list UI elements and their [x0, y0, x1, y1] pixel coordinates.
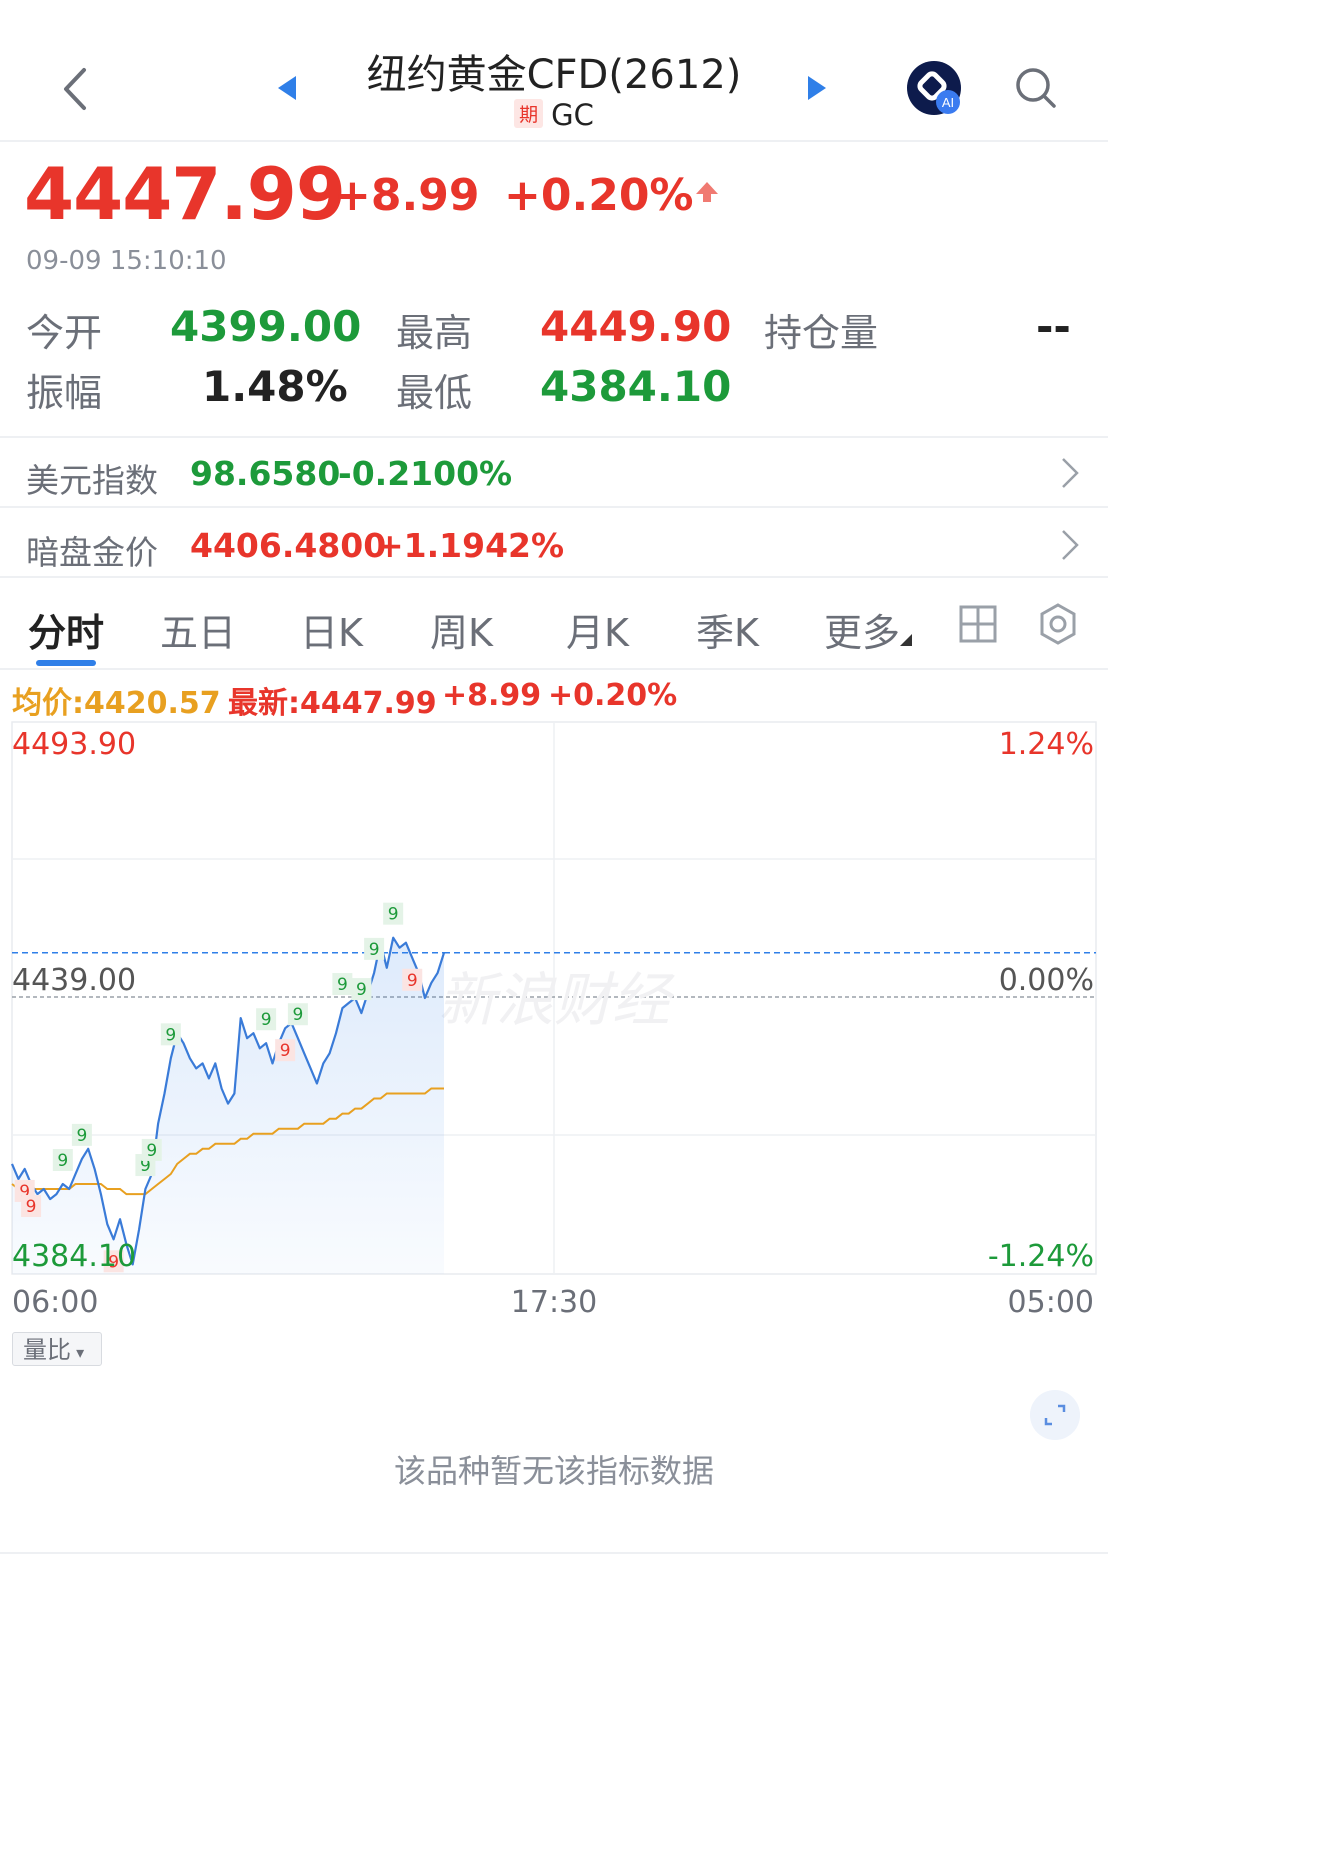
pct-top-label: 1.24% [999, 727, 1094, 762]
y-mid-label: 4439.00 [12, 963, 136, 998]
nine-signal-marker: 9 [364, 937, 385, 960]
y-top-label: 4493.90 [12, 727, 136, 762]
pct-bottom-label: -1.24% [988, 1239, 1094, 1274]
quote-time: 09-09 15:10:10 [26, 246, 227, 276]
low-label: 最低 [396, 371, 473, 415]
open-label: 今开 [26, 311, 103, 355]
after-hours-gold-value: 4406.4800 [190, 526, 387, 565]
high-value: 4449.90 [540, 302, 732, 351]
tab-five-day[interactable]: 五日 [160, 602, 236, 657]
nine-signal-marker: 9 [275, 1039, 296, 1062]
tab-monthly-k[interactable]: 月K [566, 602, 629, 657]
marker-label: 9 [369, 940, 380, 960]
marker-label: 9 [26, 1197, 37, 1217]
change-legend: +8.99 [442, 678, 542, 713]
high-label: 最高 [396, 311, 473, 355]
up-arrow-icon [696, 182, 718, 202]
nine-signal-marker: 9 [71, 1123, 92, 1146]
tab-intraday[interactable]: 分时 [28, 602, 104, 657]
bottom-divider [0, 1552, 1108, 1554]
marker-label: 9 [57, 1151, 68, 1171]
marker-label: 9 [388, 905, 399, 925]
price-change-pct: +0.20% [504, 170, 694, 221]
svg-text:AI: AI [942, 95, 954, 110]
tab-daily-k[interactable]: 日K [300, 602, 363, 657]
intraday-chart[interactable]: 新浪财经 999999999999 9999 4493.90 4439.00 43… [0, 720, 1108, 1320]
y-bottom-label: 4384.10 [12, 1239, 136, 1274]
ai-assistant-icon[interactable]: AI [906, 60, 962, 116]
nine-signal-marker: 9 [351, 978, 372, 1001]
nine-signal-marker: 9 [141, 1138, 162, 1161]
prev-contract-icon[interactable] [276, 74, 298, 102]
after-hours-gold-pct: +1.1942% [376, 526, 565, 565]
code-label: GC [551, 98, 594, 132]
amplitude-value: 1.48% [202, 362, 348, 411]
marker-label: 9 [165, 1025, 176, 1045]
caret-down-icon: ▾ [71, 1343, 85, 1362]
pct-legend: +0.20% [548, 678, 678, 713]
marker-label: 9 [146, 1141, 157, 1161]
active-tab-indicator [36, 660, 96, 666]
open-interest-value: -- [1036, 302, 1071, 351]
amplitude-label: 振幅 [26, 371, 103, 415]
marker-label: 9 [407, 971, 418, 991]
dollar-index-value: 98.6580 [190, 454, 341, 493]
after-hours-gold-label: 暗盘金价 [26, 533, 158, 572]
x-label-end: 05:00 [1008, 1285, 1094, 1320]
chevron-right-icon [1062, 530, 1079, 560]
contract-code: 期 GC [300, 98, 808, 132]
dollar-index-pct: -0.2100% [338, 454, 513, 493]
x-label-mid: 17:30 [511, 1285, 597, 1320]
settings-icon[interactable] [1036, 602, 1080, 646]
no-data-message: 该品种暂无该指标数据 [393, 1452, 714, 1490]
marker-label: 9 [337, 975, 348, 995]
marker-label: 9 [280, 1041, 291, 1061]
tab-more[interactable]: 更多 [824, 602, 900, 657]
dollar-index-label: 美元指数 [26, 461, 158, 500]
last-price: 4447.99 [24, 152, 346, 236]
search-icon[interactable] [1014, 66, 1058, 110]
next-contract-icon[interactable] [806, 74, 828, 102]
latest-price-legend: 最新:4447.99 [228, 686, 437, 721]
tab-quarterly-k[interactable]: 季K [696, 602, 759, 657]
nine-signal-marker: 9 [402, 968, 423, 991]
marker-label: 9 [292, 1005, 303, 1025]
nine-signal-marker: 9 [383, 902, 404, 925]
nine-signal-marker: 9 [256, 1008, 277, 1031]
header-divider [0, 140, 1108, 142]
nine-signal-marker: 9 [332, 973, 353, 995]
tabs-divider [0, 668, 1108, 670]
price-change: +8.99 [334, 170, 480, 221]
nine-signal-marker: 9 [160, 1023, 181, 1046]
open-value: 4399.00 [170, 302, 362, 351]
marker-label: 9 [261, 1010, 272, 1030]
expand-icon[interactable] [1030, 1390, 1080, 1440]
chevron-right-icon [1062, 458, 1079, 488]
open-interest-label: 持仓量 [764, 311, 879, 355]
nine-signal-marker: 9 [287, 1003, 308, 1026]
x-label-start: 06:00 [12, 1285, 98, 1320]
after-hours-gold-row[interactable]: 暗盘金价 4406.4800 +1.1942% [0, 508, 1108, 576]
pct-mid-label: 0.00% [999, 963, 1094, 998]
page-title: 纽约黄金CFD(2612) [366, 52, 742, 98]
dropdown-corner-icon [900, 634, 912, 646]
watermark: 新浪财经 [438, 966, 675, 1034]
volume-ratio-label: 量比 [23, 1336, 71, 1364]
nine-signal-marker: 9 [21, 1195, 42, 1218]
dollar-index-row[interactable]: 美元指数 98.6580 -0.2100% [0, 438, 1108, 506]
tab-weekly-k[interactable]: 周K [430, 602, 493, 657]
nine-signal-marker: 9 [52, 1149, 73, 1172]
row-divider [0, 576, 1108, 578]
volume-ratio-dropdown[interactable]: 量比 ▾ [12, 1332, 102, 1366]
marker-label: 9 [356, 980, 367, 1000]
low-value: 4384.10 [540, 362, 732, 411]
marker-label: 9 [76, 1126, 87, 1146]
avg-price-legend: 均价:4420.57 [12, 686, 221, 721]
futures-badge: 期 [514, 99, 544, 128]
back-icon[interactable] [56, 66, 96, 112]
grid-layout-icon[interactable] [958, 604, 998, 644]
